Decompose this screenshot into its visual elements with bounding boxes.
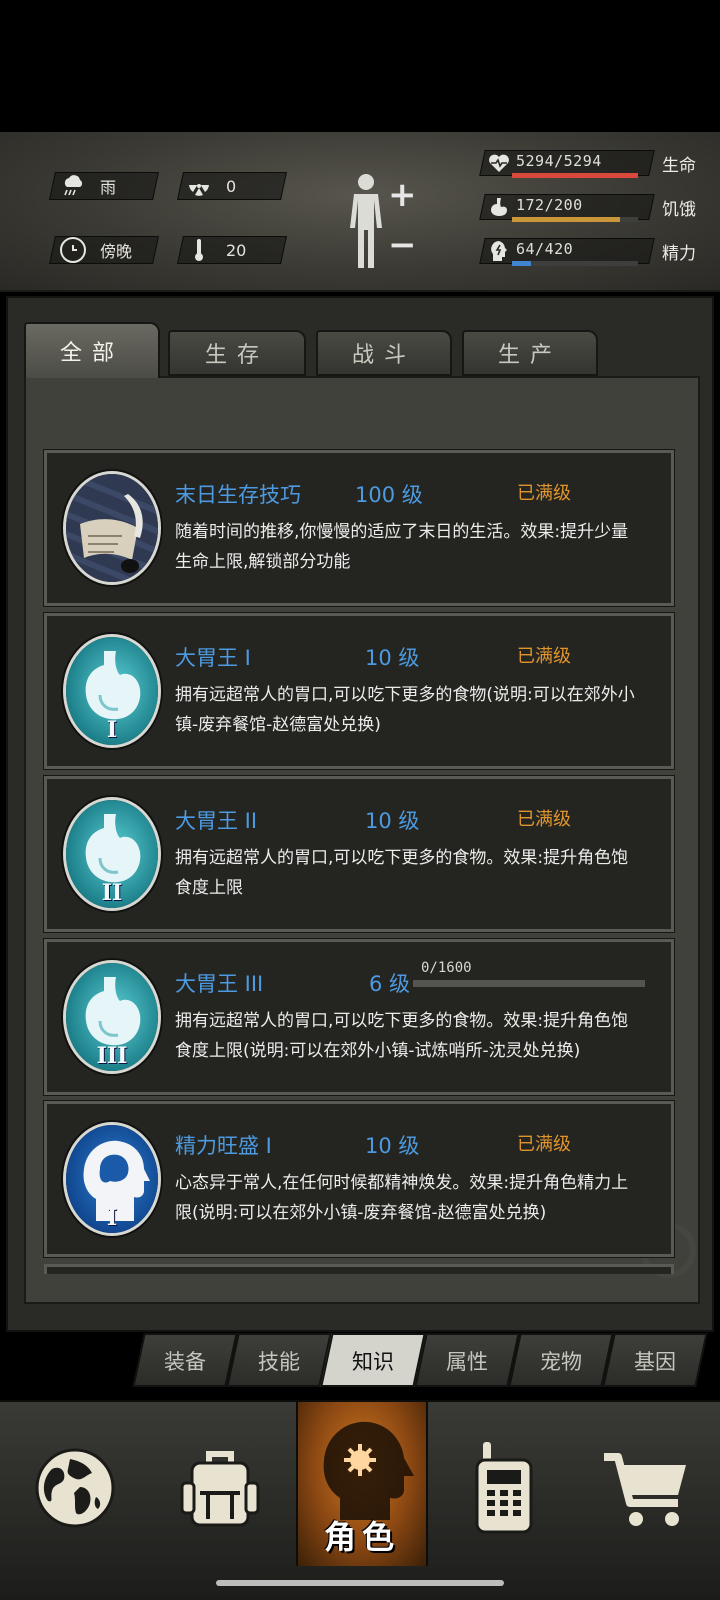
radiation-value: 0 xyxy=(226,176,237,196)
backpack-icon xyxy=(180,1451,260,1527)
status-hud: 雨 0 傍晚 20 + − 5294/5294 生命 172/200 饥饿 64/420… xyxy=(0,132,720,292)
nav-backpack[interactable] xyxy=(170,1408,270,1568)
stat-energy: 64/420 精力 xyxy=(479,234,708,268)
stat-bar-fill xyxy=(512,261,532,266)
skill-level: 10 级 xyxy=(365,1134,420,1158)
max-level-badge: 已满级 xyxy=(517,483,571,504)
category-subtabs: 装备 技能 知识 属性 宠物 基因 xyxy=(130,1333,710,1389)
walkie-talkie-icon xyxy=(475,1442,533,1534)
skill-level: 10 级 xyxy=(365,646,420,670)
nav-character-label: 角色 xyxy=(323,1518,400,1556)
skill-title: 精力旺盛 I xyxy=(175,1134,272,1158)
skill-card[interactable]: I 大胃王 I 10 级 已满级拥有远超常人的胃口,可以吃下更多的食物(说明:可以在郊… xyxy=(43,612,675,770)
skill-card[interactable]: 末日生存技巧 100 级 已满级随着时间的推移,你慢慢的适应了末日的生活。效果:提升… xyxy=(43,449,675,607)
nav-shop[interactable] xyxy=(596,1408,696,1568)
home-indicator xyxy=(216,1580,504,1586)
skill-card-partial xyxy=(44,1264,674,1274)
radiation-icon xyxy=(186,173,212,199)
skill-level: 100 级 xyxy=(355,483,423,507)
skill-level: 6 级 xyxy=(369,972,411,996)
stat-value: 64/420 xyxy=(516,240,574,258)
progress-bar xyxy=(413,980,645,987)
emblem-numeral: II xyxy=(101,880,123,906)
shopping-cart-icon xyxy=(604,1453,686,1526)
skill-level: 10 级 xyxy=(365,809,420,833)
stat-value: 5294/5294 xyxy=(516,152,602,170)
globe-icon xyxy=(35,1448,115,1528)
nav-radio[interactable] xyxy=(464,1408,544,1568)
character-head-icon xyxy=(323,1421,414,1520)
max-level-badge: 已满级 xyxy=(517,1134,571,1155)
tab-production[interactable]: 生产 xyxy=(462,330,598,376)
skill-title: 大胃王 I xyxy=(175,646,251,670)
stat-bar xyxy=(512,261,638,266)
emblem-numeral: III xyxy=(96,1043,128,1069)
skill-description: 拥有远超常人的胃口,可以吃下更多的食物(说明:可以在郊外小镇-废弃餐馆-赵德富处… xyxy=(175,685,635,735)
stomach-icon: I xyxy=(63,634,161,748)
stat-bar xyxy=(512,173,638,178)
skill-title: 大胃王 III xyxy=(175,972,264,996)
energy-head-icon xyxy=(486,238,512,264)
stat-label: 精力 xyxy=(662,244,696,264)
skill-description: 心态异于常人,在任何时候都精神焕发。效果:提升角色精力上限(说明:可以在郊外小镇… xyxy=(175,1173,629,1223)
stat-value: 172/200 xyxy=(516,196,583,214)
stat-health: 5294/5294 生命 xyxy=(479,146,708,180)
temperature-indicator: 20 xyxy=(186,236,246,264)
radiation-indicator: 0 xyxy=(186,172,236,200)
stomach-icon: III xyxy=(63,960,161,1074)
temperature-value: 20 xyxy=(226,240,247,260)
weather-indicator: 雨 xyxy=(60,172,116,200)
stat-label: 生命 xyxy=(662,156,696,176)
subtab-label: 装备 xyxy=(164,1350,206,1374)
minus-icon: − xyxy=(388,225,417,265)
skill-title: 末日生存技巧 xyxy=(175,483,301,507)
body-status-button[interactable]: + − xyxy=(346,172,417,272)
stat-label: 饥饿 xyxy=(662,200,696,220)
tab-combat[interactable]: 战斗 xyxy=(316,330,452,376)
rain-cloud-icon xyxy=(60,173,86,199)
scroll-quill-icon xyxy=(63,471,161,585)
max-level-badge: 已满级 xyxy=(517,809,571,830)
subtab-label: 基因 xyxy=(634,1350,676,1374)
stat-hunger: 172/200 饥饿 xyxy=(479,190,708,224)
max-level-badge: 已满级 xyxy=(517,646,571,667)
skill-title: 大胃王 II xyxy=(175,809,258,833)
skill-card[interactable]: III 大胃王 III 6 级 0/1600 拥有远超常人的胃口,可以吃下更多的食物。效… xyxy=(43,938,675,1096)
human-figure-icon xyxy=(350,174,382,268)
status-bar-area xyxy=(0,0,720,132)
nav-world[interactable] xyxy=(20,1408,130,1568)
clock-icon xyxy=(60,237,86,263)
skill-description: 拥有远超常人的胃口,可以吃下更多的食物。效果:提升角色饱食度上限(说明:可以在郊… xyxy=(175,1011,629,1061)
emblem-numeral: I xyxy=(106,717,118,743)
weather-text: 雨 xyxy=(100,178,117,197)
stat-bar xyxy=(512,217,638,222)
time-indicator: 傍晚 xyxy=(60,236,132,264)
stomach-icon xyxy=(486,194,512,220)
skill-description: 拥有远超常人的胃口,可以吃下更多的食物。效果:提升角色饱食度上限 xyxy=(175,848,629,898)
skill-card[interactable]: I 精力旺盛 I 10 级 已满级心态异于常人,在任何时候都精神焕发。效果:提升角色精… xyxy=(43,1100,675,1258)
heart-icon xyxy=(486,150,512,176)
subtab-label: 属性 xyxy=(446,1350,488,1374)
plus-icon: + xyxy=(388,175,417,215)
emblem-numeral: I xyxy=(106,1205,118,1231)
skill-card[interactable]: II 大胃王 II 10 级 已满级拥有远超常人的胃口,可以吃下更多的食物。效果:提升… xyxy=(43,775,675,933)
tab-survival[interactable]: 生存 xyxy=(168,330,306,376)
subtab-label: 宠物 xyxy=(540,1350,582,1374)
subtab-label: 技能 xyxy=(258,1350,300,1374)
tab-all[interactable]: 全部 xyxy=(24,322,160,378)
stomach-icon: II xyxy=(63,797,161,911)
skill-description: 随着时间的推移,你慢慢的适应了末日的生活。效果:提升少量生命上限,解锁部分功能 xyxy=(175,522,629,572)
thermometer-icon xyxy=(186,237,212,263)
stat-bar-fill xyxy=(512,217,621,222)
progress-value: 0/1600 xyxy=(421,960,472,976)
brain-head-icon: I xyxy=(63,1122,161,1236)
stat-bar-fill xyxy=(512,173,638,178)
time-text: 傍晚 xyxy=(100,242,133,261)
subtab-label: 知识 xyxy=(352,1350,394,1374)
